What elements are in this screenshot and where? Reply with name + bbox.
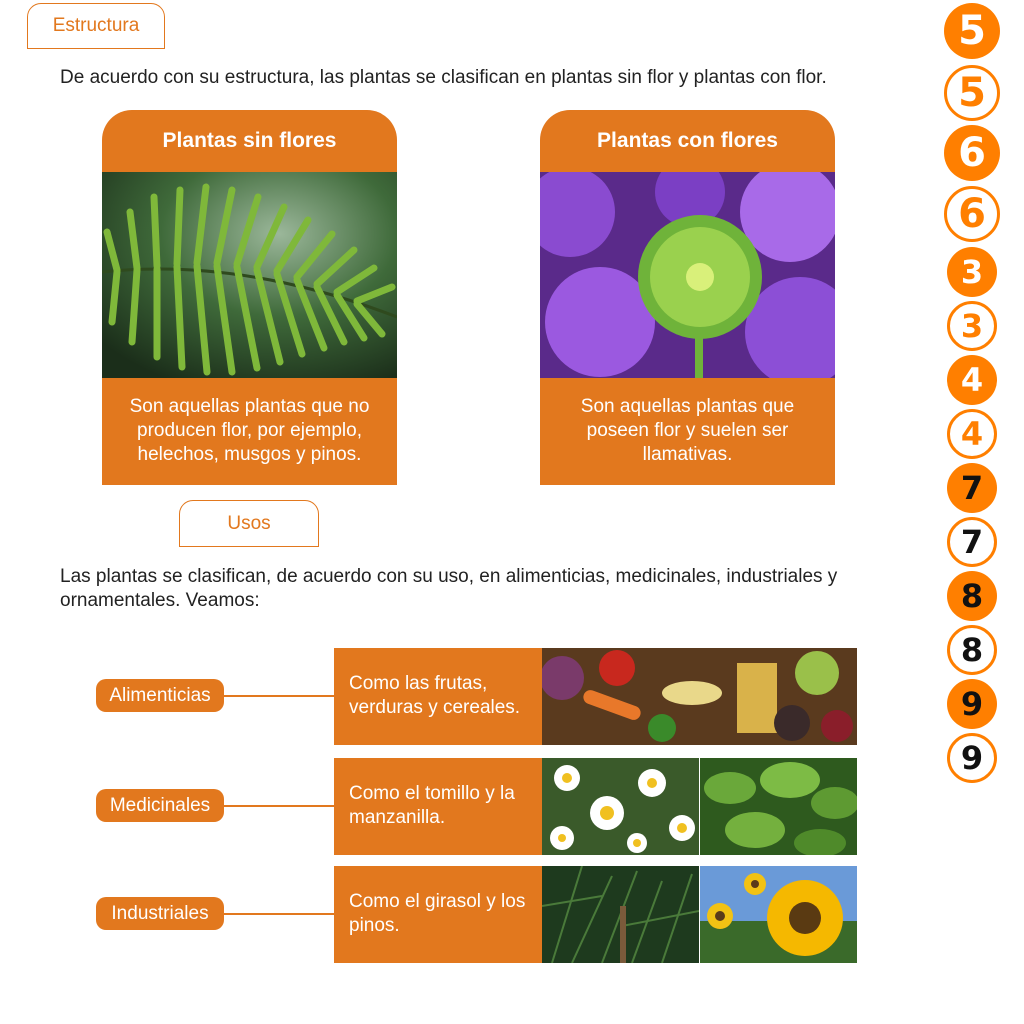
number-badge: 6 (944, 125, 1000, 181)
intro-paragraph: De acuerdo con su estructura, las planta… (60, 67, 827, 88)
food-image (542, 648, 857, 745)
number-badge: 8 (947, 625, 997, 675)
card-title: Plantas con flores (540, 110, 835, 172)
connector-line (224, 805, 334, 807)
number-badge: 6 (944, 186, 1000, 242)
number-badge: 9 (947, 733, 997, 783)
number-badge: 3 (947, 247, 997, 297)
usos-intro-paragraph: Las plantas se clasifican, de acuerdo co… (60, 566, 838, 611)
allium-flower-image (540, 172, 835, 378)
card-title: Plantas sin flores (102, 110, 397, 172)
pine-image (542, 866, 699, 963)
use-description: Como el girasol y los pinos. (334, 866, 542, 963)
use-row-industriales: Industriales Como el girasol y los pinos… (0, 866, 900, 964)
use-label-pill: Alimenticias (96, 679, 224, 712)
chamomile-image (542, 758, 699, 855)
fern-image (102, 172, 397, 378)
number-badge: 4 (947, 409, 997, 459)
number-badge: 9 (947, 679, 997, 729)
use-description: Como las frutas, verduras y cereales. (334, 648, 542, 745)
card-plantas-sin-flores: Plantas sin flores Son aquellas plantas … (102, 110, 397, 485)
connector-line (224, 695, 334, 697)
use-label-pill: Medicinales (96, 789, 224, 822)
tab-estructura[interactable]: Estructura (27, 3, 165, 49)
card-plantas-con-flores: Plantas con flores Son aquellas plantas … (540, 110, 835, 485)
thyme-image (700, 758, 857, 855)
number-badge: 3 (947, 301, 997, 351)
use-description: Como el tomillo y la manzanilla. (334, 758, 542, 855)
number-badge: 5 (944, 65, 1000, 121)
tab-usos[interactable]: Usos (179, 500, 319, 547)
connector-line (224, 913, 334, 915)
use-row-medicinales: Medicinales Como el tomillo y la manzani… (0, 758, 900, 856)
sunflower-image (700, 866, 857, 963)
number-badge: 7 (947, 463, 997, 513)
card-description: Son aquellas plantas que no producen flo… (102, 378, 397, 485)
use-row-alimenticias: Alimenticias Como las frutas, verduras y… (0, 648, 900, 746)
use-label-pill: Industriales (96, 897, 224, 930)
number-badge: 4 (947, 355, 997, 405)
number-badge: 5 (944, 3, 1000, 59)
number-badge: 7 (947, 517, 997, 567)
number-badge: 8 (947, 571, 997, 621)
card-description: Son aquellas plantas que poseen flor y s… (540, 378, 835, 485)
